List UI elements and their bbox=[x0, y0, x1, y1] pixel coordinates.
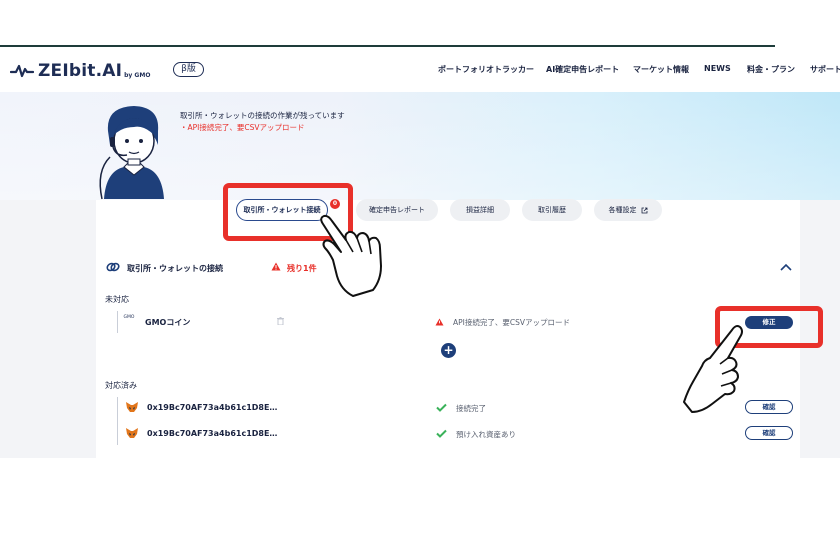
pointing-hand-icon bbox=[683, 325, 743, 413]
status-warning-icon bbox=[435, 318, 444, 326]
chevron-up-icon[interactable] bbox=[779, 262, 793, 272]
app-frame: ZEIbit.AI by GMO β版 ポートフォリオトラッカー AI確定申告レ… bbox=[0, 0, 840, 560]
confirm-button[interactable]: 確認 bbox=[745, 426, 793, 440]
exchange-status: API接続完了、要CSVアップロード bbox=[453, 318, 570, 327]
link-icon bbox=[106, 262, 120, 272]
logo[interactable]: ZEIbit.AI by GMO bbox=[10, 60, 150, 82]
nav-support[interactable]: サポート bbox=[810, 64, 840, 75]
logo-by: by GMO bbox=[124, 71, 151, 79]
panel-title: 取引所・ウォレットの接続 bbox=[127, 264, 223, 273]
warning-icon bbox=[271, 262, 281, 271]
nav-portfolio-tracker[interactable]: ポートフォリオトラッカー bbox=[438, 64, 534, 75]
unhandled-section-label: 未対応 bbox=[105, 295, 129, 304]
beta-badge: β版 bbox=[173, 62, 204, 77]
tab-pl-details[interactable]: 損益詳細 bbox=[450, 199, 510, 221]
logo-text: ZEIbit.AI bbox=[38, 61, 123, 81]
tab-settings[interactable]: 各種設定 bbox=[594, 199, 662, 221]
gmo-logo: GMO bbox=[123, 315, 135, 320]
metamask-fox-icon bbox=[126, 402, 138, 412]
hero-message: 取引所・ウォレットの接続の作業が残っています bbox=[180, 111, 345, 120]
row-divider bbox=[117, 311, 118, 333]
nav-market-info[interactable]: マーケット情報 bbox=[633, 64, 689, 75]
hero-alert: ・API接続完了、要CSVアップロード bbox=[180, 123, 305, 132]
wallet-status: 接続完了 bbox=[456, 404, 486, 413]
nav-ai-tax-report[interactable]: AI確定申告レポート bbox=[546, 64, 619, 75]
tab-trade-history[interactable]: 取引履歴 bbox=[522, 199, 582, 221]
check-icon bbox=[436, 429, 447, 438]
logo-mark-icon bbox=[10, 64, 34, 78]
tab-settings-label: 各種設定 bbox=[608, 206, 637, 214]
metamask-fox-icon bbox=[126, 428, 138, 438]
handled-section-label: 対応済み bbox=[105, 381, 137, 390]
tab-bar bbox=[114, 200, 782, 250]
external-link-icon bbox=[641, 207, 647, 213]
add-connection-button[interactable]: + bbox=[441, 343, 456, 358]
wallet-status: 預け入れ資産あり bbox=[456, 430, 516, 439]
exchange-name: GMOコイン bbox=[145, 318, 191, 327]
support-agent-illustration bbox=[99, 106, 164, 200]
wallet-address: 0x19Bc70AF73a4b61c1D8E… bbox=[147, 429, 278, 438]
row-divider bbox=[117, 397, 118, 445]
trash-icon[interactable] bbox=[277, 317, 284, 325]
wallet-address: 0x19Bc70AF73a4b61c1D8E… bbox=[147, 403, 278, 412]
pointing-hand-icon bbox=[320, 214, 382, 297]
page-bg-left bbox=[0, 200, 96, 458]
nav-news[interactable]: NEWS bbox=[704, 64, 731, 73]
check-icon bbox=[436, 403, 447, 412]
nav-pricing[interactable]: 料金・プラン bbox=[747, 64, 795, 75]
